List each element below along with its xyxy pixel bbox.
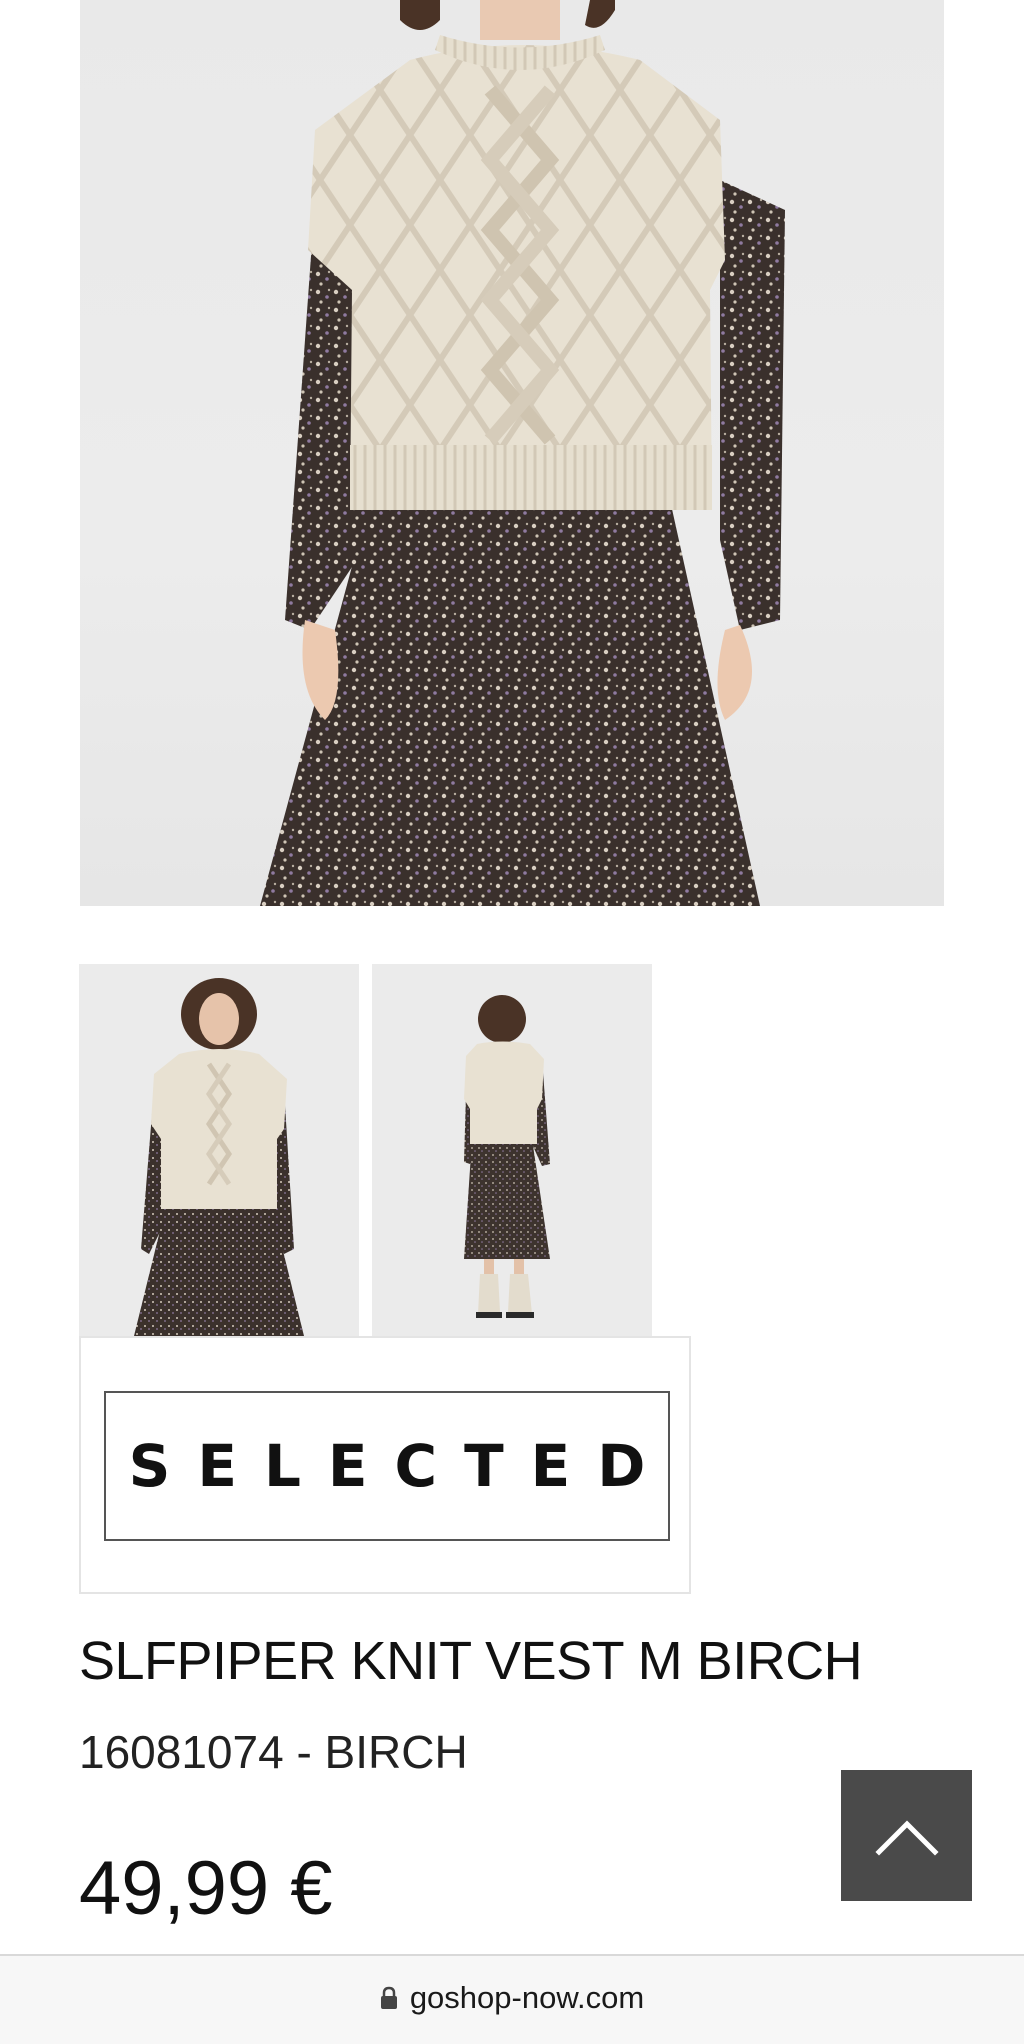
browser-url-bar[interactable]: goshop-now.com (0, 1954, 1024, 2044)
main-product-image[interactable] (80, 0, 944, 906)
product-price: 49,99 € (79, 1846, 333, 1931)
brand-logo-box[interactable]: SELECTED (79, 1336, 691, 1594)
brand-logo-text: SELECTED (128, 1432, 673, 1500)
thumbnail-back-view[interactable] (372, 964, 652, 1336)
back-to-top-button[interactable] (841, 1770, 972, 1901)
product-title: SLFPIPER KNIT VEST M BIRCH (79, 1631, 863, 1691)
chevron-up-icon (874, 1819, 939, 1856)
product-page: SELECTED SLFPIPER KNIT VEST M BIRCH 1608… (0, 0, 1024, 2044)
thumbnail-front-view[interactable] (79, 964, 359, 1336)
url-container: goshop-now.com (380, 1980, 644, 2016)
url-text: goshop-now.com (409, 1980, 645, 2015)
brand-logo-frame: SELECTED (104, 1391, 670, 1541)
lock-icon (380, 1986, 397, 2009)
product-sku: 16081074 - BIRCH (79, 1726, 468, 1778)
